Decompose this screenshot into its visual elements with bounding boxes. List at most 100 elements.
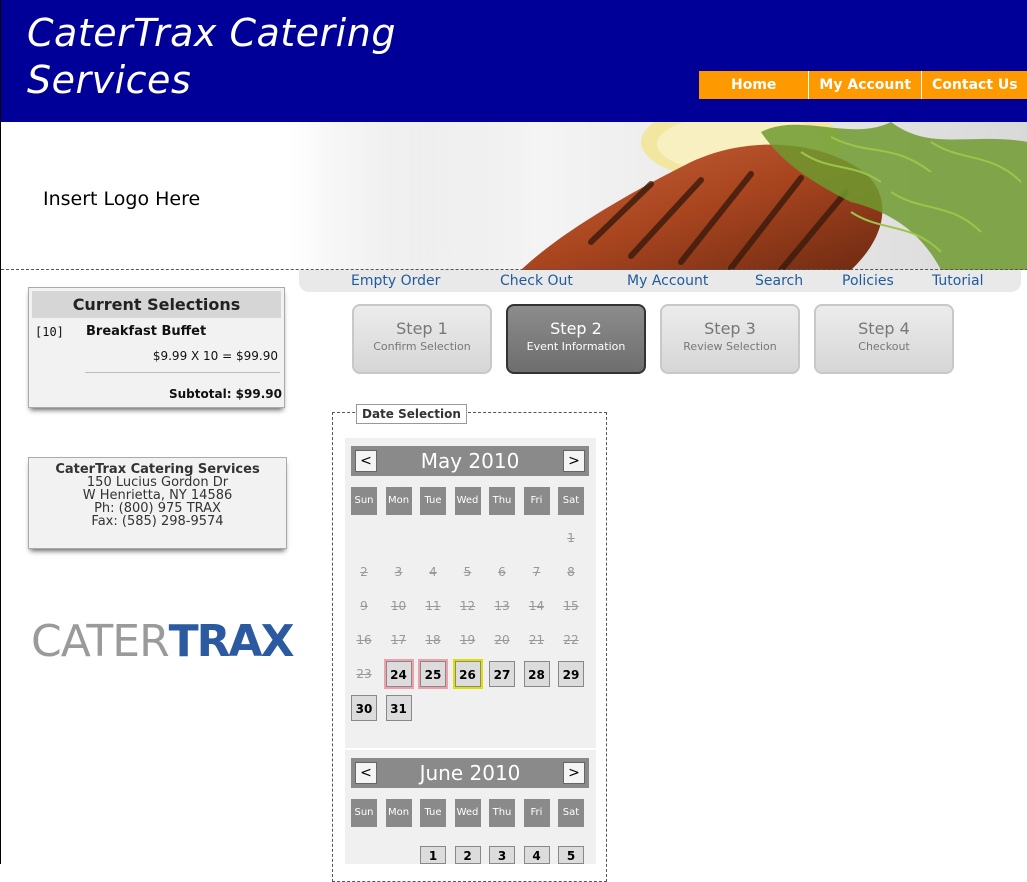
next-month-button[interactable]: >: [563, 762, 585, 784]
current-selections-title: Current Selections: [32, 291, 281, 318]
calendar-day-unavailable: 3: [394, 565, 403, 579]
current-selections-panel: Current Selections [10] Breakfast Buffet…: [28, 287, 285, 408]
search-link[interactable]: Search: [755, 273, 803, 289]
calendar-day-unavailable: 17: [390, 633, 407, 647]
calendar-day[interactable]: 28: [523, 661, 550, 687]
weekday-header: Thu: [489, 487, 515, 515]
contact-us-button[interactable]: Contact Us: [921, 71, 1027, 99]
calendar-day-unavailable: 14: [528, 599, 545, 613]
weekday-header: Thu: [489, 799, 515, 827]
site-title: CaterTrax Catering Services: [27, 10, 396, 104]
calendar-day-unavailable: 22: [563, 633, 579, 647]
calendar-header: < May 2010 >: [351, 446, 589, 476]
tutorial-link[interactable]: Tutorial: [932, 273, 983, 289]
weekday-header: Mon: [385, 799, 412, 827]
check-out-link[interactable]: Check Out: [500, 273, 573, 289]
logo-trax-text: TRAX: [168, 616, 295, 667]
banner: Insert Logo Here: [1, 122, 1027, 270]
item-name[interactable]: Breakfast Buffet: [86, 324, 206, 339]
calendar-day-unavailable: 5: [463, 565, 472, 579]
calendar-day[interactable]: 26: [452, 659, 483, 689]
date-selection-legend: Date Selection: [356, 404, 467, 424]
step-subtitle: Checkout: [858, 340, 910, 353]
next-month-button[interactable]: >: [563, 450, 585, 472]
weekday-header: Fri: [523, 487, 550, 515]
weekday-header: Tue: [420, 799, 446, 827]
page: CaterTrax Catering Services Home My Acco…: [0, 0, 1027, 882]
calendar-day-unavailable: 6: [498, 565, 506, 579]
calendar-day-unavailable: 23: [356, 667, 372, 681]
calendar-day[interactable]: 30: [351, 695, 377, 721]
my-account-link[interactable]: My Account: [627, 273, 708, 289]
calendar-day[interactable]: 29: [558, 661, 584, 687]
calendar-day-unavailable: 20: [494, 633, 510, 647]
salmon-dish-image: [331, 122, 1027, 270]
my-account-button[interactable]: My Account: [808, 71, 922, 99]
calendar-day[interactable]: 4: [523, 846, 550, 864]
step-subtitle: Event Information: [526, 340, 626, 353]
step-title: Step 4: [858, 319, 910, 338]
logo-cater-text: CATER: [31, 616, 170, 667]
calendar-header: < June 2010 >: [351, 758, 589, 788]
site-header: CaterTrax Catering Services Home My Acco…: [1, 0, 1027, 122]
calendar-day-unavailable: 15: [563, 599, 579, 613]
calendar-day-unavailable: 2: [360, 565, 368, 579]
catertrax-logo: CATERTRAX: [31, 620, 295, 664]
calendar-day[interactable]: 27: [489, 661, 515, 687]
calendar-day-unavailable: 13: [494, 599, 510, 613]
prev-month-button[interactable]: <: [355, 450, 377, 472]
step-title: Step 1: [396, 319, 448, 338]
address-panel: CaterTrax Catering Services 150 Lucius G…: [28, 457, 287, 549]
step-subtitle: Review Selection: [683, 340, 777, 353]
step-subtitle: Confirm Selection: [373, 340, 471, 353]
sub-navbar: Empty Order Check Out My Account Search …: [299, 270, 1021, 292]
month-title: May 2010: [420, 449, 520, 473]
calendar-day-unavailable: 16: [356, 633, 372, 647]
weekday-header: Sun: [351, 799, 377, 827]
selection-divider: [85, 372, 280, 373]
calendar-day-unavailable: 11: [425, 599, 441, 613]
empty-order-link[interactable]: Empty Order: [351, 273, 440, 289]
calendar-day-unavailable: 12: [459, 599, 476, 613]
site-title-line1: CaterTrax Catering: [27, 11, 396, 55]
policies-link[interactable]: Policies: [842, 273, 894, 289]
calendar-day-unavailable: 18: [425, 633, 441, 647]
top-nav: Home My Account Contact Us: [699, 71, 1027, 99]
step-title: Step 3: [704, 319, 756, 338]
weekday-header: Wed: [454, 487, 481, 515]
home-button[interactable]: Home: [699, 71, 809, 99]
calendar-day-unavailable: 10: [390, 599, 407, 613]
step-1-button[interactable]: Step 1 Confirm Selection: [352, 304, 492, 374]
calendar-day[interactable]: 24: [383, 659, 414, 689]
logo-placeholder: Insert Logo Here: [43, 188, 201, 210]
calendar-day[interactable]: 1: [420, 846, 446, 864]
calendar-day[interactable]: 5: [558, 846, 584, 864]
step-title: Step 2: [550, 319, 602, 338]
calendar-june: < June 2010 > Sun Mon Tue Wed Thu Fri Sat 1 2 3 4 5: [345, 750, 596, 864]
calendar-day[interactable]: 25: [418, 659, 448, 689]
calendar-day-unavailable: 1: [567, 531, 575, 545]
weekday-header: Wed: [454, 799, 481, 827]
calendar-may: < May 2010 > Sun Mon Tue Wed Thu Fri Sat 1 2 3 4 5 6…: [345, 438, 596, 748]
step-3-button[interactable]: Step 3 Review Selection: [660, 304, 800, 374]
calendar-day[interactable]: 3: [489, 846, 515, 864]
month-title: June 2010: [419, 761, 521, 785]
step-2-button[interactable]: Step 2 Event Information: [506, 304, 646, 374]
step-4-button[interactable]: Step 4 Checkout: [814, 304, 954, 374]
weekday-header: Tue: [420, 487, 446, 515]
calendar-day-unavailable: 9: [360, 599, 368, 613]
item-price-calc: $9.99 X 10 = $99.90: [152, 349, 278, 363]
item-quantity: [10]: [35, 325, 64, 339]
calendar-day-unavailable: 19: [459, 633, 476, 647]
calendar-day-unavailable: 8: [567, 565, 575, 579]
weekday-header: Mon: [385, 487, 412, 515]
calendar-day-unavailable: 21: [528, 633, 545, 647]
fax-number: Fax: (585) 298-9574: [91, 514, 224, 529]
weekday-header: Fri: [523, 799, 550, 827]
prev-month-button[interactable]: <: [355, 762, 377, 784]
calendar-day[interactable]: 2: [454, 846, 481, 864]
calendar-day[interactable]: 31: [385, 695, 412, 721]
weekday-header: Sat: [558, 487, 584, 515]
calendar-day-unavailable: 7: [532, 565, 541, 579]
calendar-day-unavailable: 4: [429, 565, 437, 579]
